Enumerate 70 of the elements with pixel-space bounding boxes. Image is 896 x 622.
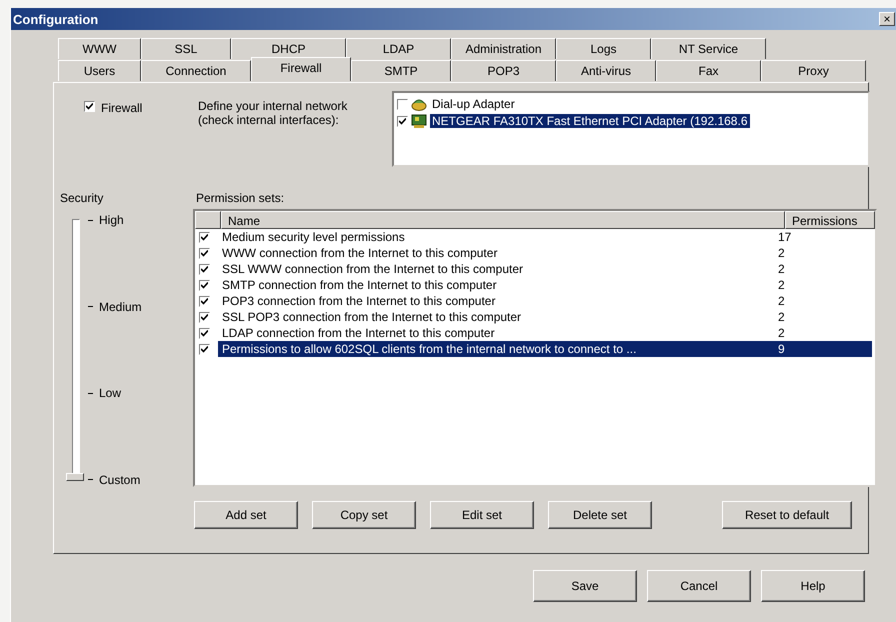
slider-tick-label: Custom	[99, 472, 140, 487]
tab[interactable]: Anti-virus	[556, 60, 656, 81]
tick-mark	[88, 306, 93, 308]
dialog-button[interactable]: Save	[533, 570, 637, 602]
tab[interactable]: Users	[58, 60, 141, 81]
checkmark-icon	[201, 250, 208, 256]
table-cell[interactable]: SSL WWW connection from the Internet to this computer	[218, 261, 776, 277]
reset-button[interactable]: Reset to default	[722, 501, 852, 529]
set-button[interactable]: Edit set	[430, 501, 534, 529]
tab[interactable]: POP3	[451, 60, 556, 81]
checkmark-icon	[399, 118, 406, 124]
table-cell-text: 17	[777, 229, 792, 245]
checkmark-icon	[201, 346, 208, 352]
table-cell[interactable]: Medium security level permissions	[218, 229, 776, 245]
interface-item[interactable]: Dial-up Adapter	[430, 97, 517, 111]
firewall-label: Firewall	[101, 101, 142, 115]
close-button[interactable]: ×	[879, 12, 895, 26]
tab[interactable]: Connection	[141, 60, 251, 81]
tab[interactable]: Logs	[556, 38, 651, 59]
interface-item[interactable]: NETGEAR FA310TX Fast Ethernet PCI Adapter (192.168.6	[430, 114, 750, 128]
tab[interactable]: DHCP	[231, 38, 346, 59]
table-cell[interactable]: SMTP connection from the Internet to this computer	[218, 277, 776, 293]
table-cell[interactable]: SSL POP3 connection from the Internet to this computer	[218, 309, 776, 325]
table-cell-text: 2	[777, 309, 786, 325]
tab[interactable]: WWW	[58, 38, 141, 59]
firewall-checkbox[interactable]	[84, 101, 95, 112]
table-cell-text: 2	[777, 245, 786, 261]
tab[interactable]: Firewall	[251, 57, 351, 81]
set-button[interactable]: Delete set	[548, 501, 652, 529]
table-cell[interactable]: Permissions to allow 602SQL clients from the internal network to connect to ...	[218, 341, 776, 357]
checkmark-icon	[201, 298, 208, 304]
table-cell: 9	[776, 341, 872, 357]
checkmark-icon	[201, 330, 208, 336]
slider-tick-label: High	[99, 213, 124, 227]
table-cell-text: 2	[777, 293, 786, 309]
checkmark-icon	[201, 314, 208, 320]
network-card-icon	[411, 114, 427, 128]
column-header[interactable]: Name	[221, 211, 785, 229]
tab[interactable]: NT Service	[651, 38, 766, 59]
checkmark-icon	[201, 282, 208, 288]
table-cell[interactable]: WWW connection from the Internet to this computer	[218, 245, 776, 261]
security-label: Security	[60, 191, 104, 205]
tick-mark	[88, 392, 93, 394]
security-slider[interactable]	[68, 219, 82, 481]
column-header[interactable]: Permissions	[785, 211, 875, 229]
checkmark-icon	[201, 234, 208, 240]
tab[interactable]: LDAP	[346, 38, 451, 59]
table-cell[interactable]: LDAP connection from the Internet to this computer	[218, 325, 776, 341]
tab[interactable]: Proxy	[761, 60, 866, 81]
table-cell-text: 2	[777, 325, 786, 341]
slider-tick-label: Low	[99, 386, 122, 400]
window-title: Configuration	[13, 12, 98, 26]
set-button[interactable]: Add set	[194, 501, 298, 529]
tab[interactable]: SSL	[141, 38, 231, 59]
slider-thumb[interactable]	[66, 473, 84, 481]
tab[interactable]: Fax	[656, 60, 761, 81]
set-button[interactable]: Copy set	[312, 501, 416, 529]
checkmark-icon	[86, 103, 93, 110]
dialog-button[interactable]: Cancel	[647, 570, 751, 602]
dialog-button[interactable]: Help	[761, 570, 865, 602]
tab[interactable]: Administration	[451, 38, 556, 59]
table-cell[interactable]: POP3 connection from the Internet to this computer	[218, 293, 776, 309]
table-cell-text: 2	[777, 277, 786, 293]
tab[interactable]: SMTP	[351, 60, 451, 81]
checkmark-icon	[201, 266, 208, 272]
internal-network-label: Define your internal network (check internal interfaces):	[198, 98, 348, 129]
slider-tick-label: Medium	[99, 300, 142, 314]
tick-mark	[88, 479, 93, 480]
permission-sets-label: Permission sets:	[196, 191, 286, 205]
table-cell-text: 2	[777, 261, 786, 277]
